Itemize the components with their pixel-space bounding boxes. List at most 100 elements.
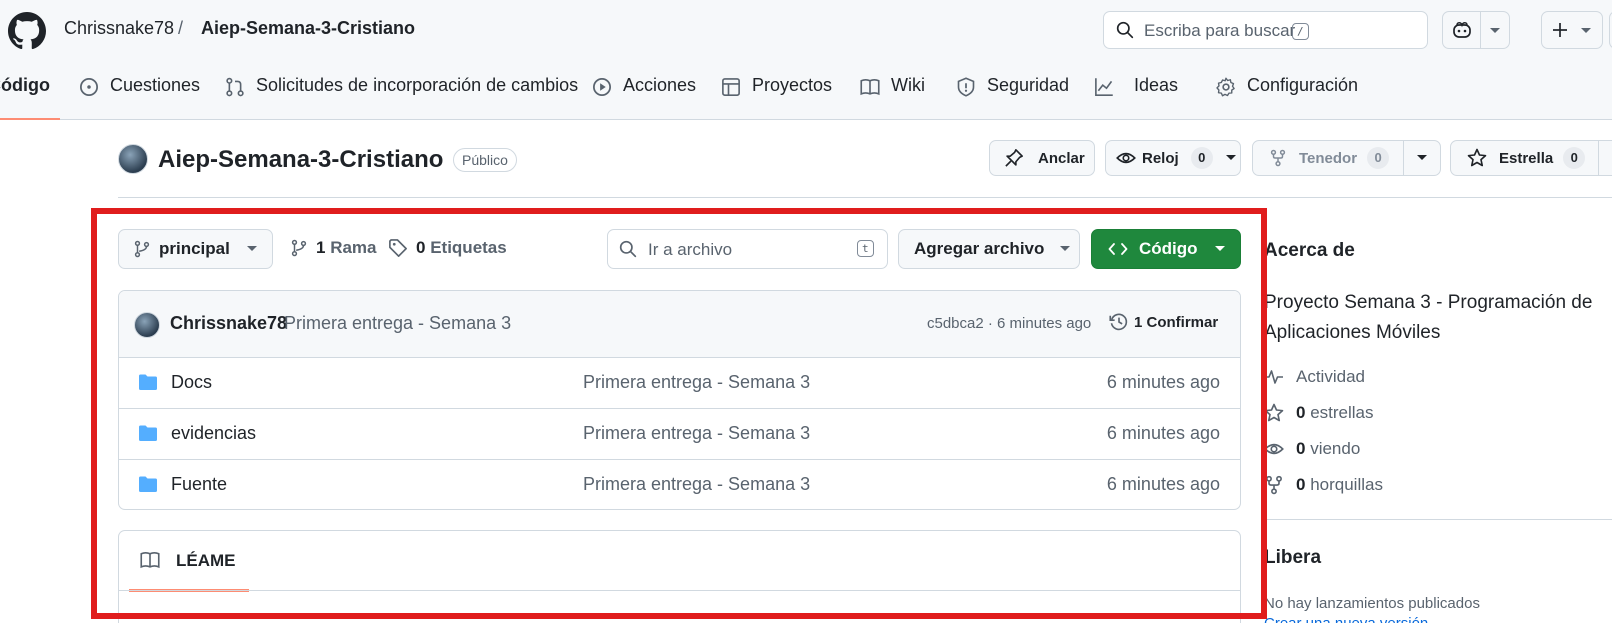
avatar[interactable] <box>134 312 160 338</box>
file-name[interactable]: evidencias <box>171 423 256 444</box>
file-name[interactable]: Fuente <box>171 474 227 495</box>
file-commit-message[interactable]: Primera entrega - Semana 3 <box>583 423 810 444</box>
readme-tab[interactable]: LÉAME <box>129 531 249 592</box>
watching-label: viendo <box>1310 439 1361 458</box>
folder-icon <box>138 373 158 391</box>
tab-label: Ideas <box>1134 75 1179 95</box>
watching-count: 0 <box>1296 439 1306 458</box>
file-table: Chrissnake78 Primera entrega - Semana 3 … <box>118 290 1241 510</box>
repo-title[interactable]: Aiep-Semana-3-Cristiano <box>158 146 443 174</box>
star-label: Estrella <box>1499 149 1554 167</box>
chevron-down-icon <box>1214 245 1226 253</box>
tab-label: Proyectos <box>752 75 833 95</box>
chevron-down-icon <box>246 245 258 253</box>
file-commit-message[interactable]: Primera entrega - Semana 3 <box>583 474 810 495</box>
search-icon <box>1116 21 1134 39</box>
no-releases-text: No hay lanzamientos publicados <box>1264 595 1480 612</box>
star-count: 0 <box>1563 147 1586 169</box>
branch-name: principal <box>159 239 230 258</box>
forks-count: 0 <box>1296 475 1306 494</box>
code-button[interactable]: Código <box>1091 229 1241 269</box>
tab-projects[interactable]: Proyectos <box>721 75 832 120</box>
watch-button[interactable]: Reloj 0 <box>1105 140 1241 176</box>
stars-label: estrellas <box>1310 403 1374 422</box>
chevron-down-icon <box>1059 245 1071 253</box>
search-placeholder: Escriba para buscar <box>1144 21 1296 40</box>
branches-link[interactable]: 1 Rama <box>290 238 377 258</box>
repo-description: Proyecto Semana 3 - Programación de Apli… <box>1264 292 1593 343</box>
go-to-file-placeholder: Ir a archivo <box>648 240 733 259</box>
activity-label: Actividad <box>1296 367 1365 386</box>
fork-count: 0 <box>1367 147 1390 169</box>
commits-history-link[interactable]: 1 Confirmar <box>1109 312 1218 332</box>
create-new-button[interactable] <box>1541 11 1603 49</box>
star-icon <box>1467 148 1487 168</box>
add-file-label: Agregar archivo <box>914 239 1045 258</box>
eye-icon <box>1116 148 1136 168</box>
table-row[interactable]: Docs Primera entrega - Semana 3 6 minute… <box>119 357 1240 408</box>
fork-button[interactable]: Tenedor 0 <box>1252 140 1441 176</box>
pulse-icon <box>1264 368 1284 386</box>
table-row[interactable]: Fuente Primera entrega - Semana 3 6 minu… <box>119 459 1240 509</box>
commit-message[interactable]: Primera entrega - Semana 3 <box>284 313 511 334</box>
tab-wiki[interactable]: Wiki <box>860 75 925 120</box>
breadcrumb-owner[interactable]: Chrissnake78 <box>64 18 174 39</box>
tab-label: Wiki <box>891 75 925 95</box>
create-release-link[interactable]: Crear una nueva versión <box>1264 615 1428 623</box>
tab-security[interactable]: Seguridad <box>956 75 1069 120</box>
search-shortcut-key: / <box>1292 23 1309 40</box>
search-icon <box>619 240 637 258</box>
tab-issues[interactable]: Cuestiones <box>79 75 200 120</box>
folder-icon <box>138 424 158 442</box>
global-search-input[interactable]: Escriba para buscar / <box>1103 11 1428 49</box>
tab-code[interactable]: Código <box>0 75 60 120</box>
watch-count: 0 <box>1190 147 1213 169</box>
breadcrumb-repo[interactable]: Aiep-Semana-3-Cristiano <box>201 18 415 39</box>
tab-settings[interactable]: Configuración <box>1216 75 1358 120</box>
repo-avatar[interactable] <box>118 144 148 174</box>
file-name[interactable]: Docs <box>171 372 212 393</box>
table-row[interactable]: evidencias Primera entrega - Semana 3 6 … <box>119 408 1240 459</box>
branches-label: Rama <box>330 238 377 257</box>
graph-icon <box>1094 75 1114 97</box>
tags-link[interactable]: 0 Etiquetas <box>388 238 507 258</box>
readme-box: LÉAME <box>118 530 1241 623</box>
pin-button[interactable]: Anclar <box>989 140 1095 176</box>
star-icon <box>1264 403 1284 423</box>
readme-tab-label: LÉAME <box>176 551 236 570</box>
tab-label: Seguridad <box>987 75 1070 95</box>
branch-select-button[interactable]: principal <box>118 229 273 269</box>
go-to-file-input[interactable]: Ir a archivo t <box>607 229 888 269</box>
tab-insights[interactable]: Ideas <box>1094 75 1178 120</box>
tab-label: Cuestiones <box>110 75 201 95</box>
about-title: Acerca de <box>1264 240 1355 261</box>
copilot-icon <box>1452 21 1472 39</box>
tab-pull-requests[interactable]: Solicitudes de incorporación de cambios <box>225 75 578 120</box>
stars-count: 0 <box>1296 403 1306 422</box>
visibility-badge: Público <box>453 148 517 172</box>
add-file-button[interactable]: Agregar archivo <box>898 229 1080 269</box>
chevron-down-icon <box>1489 27 1501 35</box>
play-icon <box>592 75 612 97</box>
file-date: 6 minutes ago <box>1106 474 1220 494</box>
tab-label: Código <box>0 75 50 95</box>
file-commit-message[interactable]: Primera entrega - Semana 3 <box>583 372 810 393</box>
history-icon <box>1109 312 1129 332</box>
repo-header-bar: Chrissnake78 / Aiep-Semana-3-Cristiano E… <box>0 0 1612 120</box>
commit-author[interactable]: Chrissnake78 <box>170 313 287 334</box>
commit-hash-time[interactable]: c5dbca2 · 6 minutes ago <box>927 315 1091 332</box>
forks-link[interactable]: 0 horquillas <box>1264 475 1383 495</box>
activity-link[interactable]: Actividad <box>1264 367 1365 387</box>
stars-link[interactable]: 0 estrellas <box>1264 403 1374 423</box>
folder-icon <box>138 475 158 493</box>
releases-title[interactable]: Libera <box>1264 547 1321 569</box>
tab-actions[interactable]: Acciones <box>592 75 696 120</box>
copilot-button[interactable] <box>1442 11 1510 49</box>
watching-link[interactable]: 0 viendo <box>1264 439 1360 459</box>
github-logo-icon[interactable] <box>8 12 46 50</box>
star-button[interactable]: Estrella 0 <box>1450 140 1612 176</box>
branch-icon <box>290 238 308 258</box>
tab-label: Configuración <box>1247 75 1359 95</box>
pull-request-icon <box>225 75 245 97</box>
forks-label: horquillas <box>1310 475 1383 494</box>
